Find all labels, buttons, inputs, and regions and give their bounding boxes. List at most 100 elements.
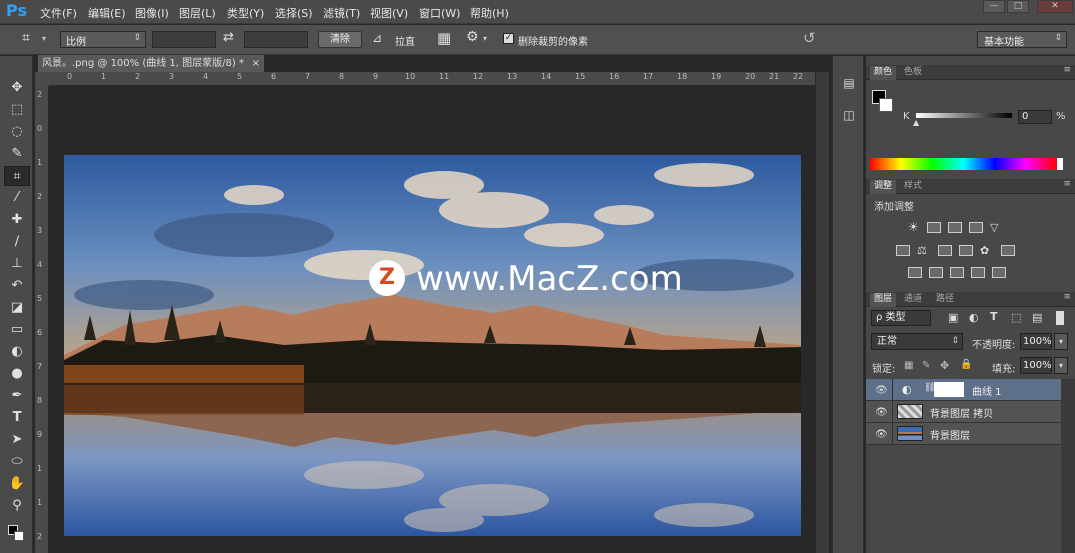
- menu-filter[interactable]: 滤镜(T): [323, 5, 360, 21]
- panel-menu-icon[interactable]: ≡: [1063, 179, 1071, 189]
- close-tab-icon[interactable]: ×: [252, 55, 260, 72]
- white-swatch[interactable]: [1057, 158, 1063, 170]
- visibility-eye-icon[interactable]: 👁: [875, 407, 888, 418]
- straighten-label[interactable]: 拉直: [395, 33, 415, 48]
- workspace-select[interactable]: 基本功能 ⇕: [977, 31, 1067, 48]
- pen-tool-icon[interactable]: ✒: [4, 386, 30, 406]
- canvas-scrollbar[interactable]: [815, 72, 829, 553]
- layer-name[interactable]: 曲线 1: [972, 383, 1002, 398]
- exposure-icon[interactable]: [969, 222, 983, 233]
- move-tool-icon[interactable]: ✥: [4, 78, 30, 98]
- layer-row-background-copy[interactable]: 👁 背景图层 拷贝: [866, 401, 1061, 423]
- selective-color-icon[interactable]: [971, 267, 985, 278]
- layer-filter-select[interactable]: ρ 类型: [871, 310, 931, 326]
- fill-dropdown-icon[interactable]: ▾: [1054, 357, 1068, 374]
- menu-help[interactable]: 帮助(H): [470, 5, 509, 21]
- history-brush-tool-icon[interactable]: ↶: [4, 276, 30, 296]
- tab-paths[interactable]: 路径: [932, 293, 958, 307]
- maximize-button[interactable]: □: [1007, 0, 1029, 13]
- reset-icon[interactable]: ↺: [803, 29, 816, 47]
- filter-type-icon[interactable]: T: [990, 310, 998, 323]
- black-white-icon[interactable]: [938, 245, 952, 256]
- straighten-icon[interactable]: ⊿: [372, 31, 382, 45]
- layer-name[interactable]: 背景图层: [930, 427, 970, 442]
- close-window-button[interactable]: ✕: [1037, 0, 1073, 13]
- color-lookup-icon[interactable]: [1001, 245, 1015, 256]
- visibility-eye-icon[interactable]: 👁: [875, 385, 888, 396]
- color-balance-icon[interactable]: ⚖: [917, 245, 931, 256]
- filter-shape-icon[interactable]: ⬚: [1011, 311, 1021, 324]
- eraser-tool-icon[interactable]: ◪: [4, 298, 30, 318]
- curves-icon[interactable]: [948, 222, 962, 233]
- delete-cropped-checkbox[interactable]: ✓: [503, 33, 514, 44]
- fill-input[interactable]: 100%: [1020, 357, 1052, 374]
- posterize-icon[interactable]: [929, 267, 943, 278]
- ratio-select[interactable]: 比例 ⇕: [60, 31, 146, 48]
- path-select-tool-icon[interactable]: ➤: [4, 430, 30, 450]
- layer-name[interactable]: 背景图层 拷贝: [930, 405, 993, 420]
- layers-scrollbar[interactable]: [1061, 379, 1075, 553]
- panel-menu-icon[interactable]: ≡: [1063, 65, 1071, 75]
- invert-icon[interactable]: [908, 267, 922, 278]
- marquee-tool-icon[interactable]: ⬚: [4, 100, 30, 120]
- tab-channels[interactable]: 通道: [900, 293, 926, 307]
- hand-tool-icon[interactable]: ✋: [4, 474, 30, 494]
- clone-stamp-tool-icon[interactable]: ⊥: [4, 254, 30, 274]
- filter-smart-object-icon[interactable]: ▤: [1032, 311, 1042, 324]
- background-color-swatch[interactable]: [879, 98, 893, 112]
- blend-mode-select[interactable]: 正常 ⇕: [871, 333, 963, 350]
- menu-window[interactable]: 窗口(W): [419, 5, 460, 21]
- chevron-down-icon[interactable]: ▾: [42, 34, 46, 43]
- k-slider-track[interactable]: [916, 113, 1012, 118]
- properties-panel-icon[interactable]: ◫: [840, 108, 858, 126]
- grid-overlay-icon[interactable]: ▦: [437, 29, 451, 47]
- hue-saturation-icon[interactable]: [896, 245, 910, 256]
- minimize-button[interactable]: —: [983, 0, 1005, 13]
- gradient-map-icon[interactable]: [992, 267, 1006, 278]
- type-tool-icon[interactable]: T: [4, 408, 30, 428]
- chevron-down-icon[interactable]: ▾: [483, 34, 487, 43]
- tab-styles[interactable]: 样式: [900, 180, 926, 194]
- panel-menu-icon[interactable]: ≡: [1063, 292, 1071, 302]
- lock-all-icon[interactable]: 🔒: [960, 359, 972, 370]
- menu-type[interactable]: 类型(Y): [227, 5, 264, 21]
- gradient-tool-icon[interactable]: ▭: [4, 320, 30, 340]
- layer-row-curves[interactable]: 👁 ◐ ⛓ 曲线 1: [866, 379, 1061, 401]
- eyedropper-tool-icon[interactable]: ⁄: [4, 188, 30, 208]
- menu-image[interactable]: 图像(I): [135, 5, 169, 21]
- crop-tool-icon[interactable]: ⌗: [4, 166, 30, 186]
- height-input[interactable]: [244, 31, 308, 48]
- background-color-swatch[interactable]: [14, 531, 24, 541]
- slider-handle-icon[interactable]: ▲: [913, 118, 919, 127]
- menu-layer[interactable]: 图层(L): [179, 5, 216, 21]
- lock-pixels-icon[interactable]: ✎: [922, 360, 930, 371]
- swap-icon[interactable]: ⇄: [223, 30, 234, 45]
- opacity-input[interactable]: 100%: [1020, 333, 1052, 350]
- gear-icon[interactable]: ⚙: [466, 29, 479, 45]
- tab-color[interactable]: 颜色: [870, 66, 897, 80]
- crop-icon[interactable]: ⌗: [22, 30, 30, 46]
- color-spectrum[interactable]: [870, 158, 1057, 170]
- layer-row-background[interactable]: 👁 背景图层: [866, 423, 1061, 445]
- filter-adjustment-icon[interactable]: ◐: [969, 311, 979, 324]
- quick-select-tool-icon[interactable]: ✎: [4, 144, 30, 164]
- menu-file[interactable]: 文件(F): [40, 5, 77, 21]
- k-value-input[interactable]: 0: [1018, 110, 1052, 124]
- visibility-eye-icon[interactable]: 👁: [875, 429, 888, 440]
- width-input[interactable]: [152, 31, 216, 48]
- clear-button[interactable]: 清除: [318, 31, 362, 48]
- lock-transparency-icon[interactable]: ▦: [904, 360, 913, 371]
- lasso-tool-icon[interactable]: ◌: [4, 122, 30, 142]
- brush-tool-icon[interactable]: ∕: [4, 232, 30, 252]
- channel-mixer-icon[interactable]: ✿: [980, 245, 994, 256]
- tab-layers[interactable]: 图层: [870, 293, 897, 307]
- brightness-icon[interactable]: ☀: [908, 221, 922, 233]
- filter-toggle[interactable]: [1056, 311, 1064, 325]
- menu-select[interactable]: 选择(S): [275, 5, 313, 21]
- blur-tool-icon[interactable]: ◐: [4, 342, 30, 362]
- delete-cropped-label[interactable]: 删除裁剪的像素: [518, 33, 588, 48]
- layer-mask-thumbnail[interactable]: [934, 382, 964, 397]
- zoom-tool-icon[interactable]: ⚲: [4, 496, 30, 516]
- opacity-dropdown-icon[interactable]: ▾: [1054, 333, 1068, 350]
- landscape-photo[interactable]: Z www.MacZ.com: [64, 155, 801, 536]
